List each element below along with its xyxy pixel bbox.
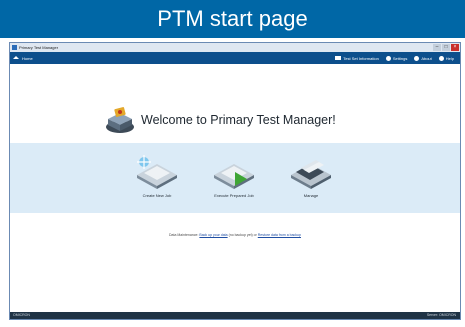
gear-icon (385, 55, 391, 61)
nav-item-label: About (421, 55, 432, 61)
nav-about[interactable]: About (414, 55, 432, 61)
create-new-job-button[interactable]: Create New Job (132, 155, 182, 198)
manage-icon (291, 160, 331, 189)
minimize-button[interactable]: – (433, 44, 441, 51)
data-maintenance-prefix: Data Maintenance: (169, 233, 200, 237)
status-right-text: Server: OMICRON (426, 313, 456, 317)
execute-job-icon (214, 164, 254, 189)
nav-item-label: Help (445, 55, 454, 61)
nav-home-button[interactable]: Home (13, 52, 33, 64)
test-set-icon (335, 56, 342, 60)
home-icon (13, 55, 19, 59)
ptm-logo-icon (106, 107, 134, 133)
execute-prepared-job-button[interactable]: Execute Prepared Job (209, 155, 259, 198)
nav-home-label: Home (22, 55, 33, 61)
action-label: Manage (303, 193, 319, 198)
nav-test-set-information[interactable]: Test Set Information (335, 56, 379, 61)
nav-item-label: Test Set Information (343, 55, 379, 61)
status-bar: OMICRON Server: OMICRON (10, 312, 460, 319)
nav-settings[interactable]: Settings (385, 55, 408, 61)
app-icon (12, 45, 17, 50)
close-button[interactable]: × (451, 44, 459, 51)
welcome-header: Welcome to Primary Test Manager! (105, 105, 336, 135)
action-label: Execute Prepared Job (214, 193, 254, 198)
backup-link[interactable]: Back up your data (199, 233, 227, 237)
action-label: Create New Job (142, 193, 172, 198)
slide-title: PTM start page (0, 0, 465, 38)
data-maintenance-line: Data Maintenance: Back up your data (no … (10, 233, 460, 237)
maximize-button[interactable]: □ (442, 44, 450, 51)
manage-button[interactable]: Manage (286, 155, 336, 198)
nav-item-label: Settings (392, 55, 408, 61)
help-icon (438, 55, 444, 61)
create-job-icon (137, 155, 177, 189)
window-titlebar: Primary Test Manager – □ × (10, 43, 460, 52)
app-window: Primary Test Manager – □ × Home Test Set… (9, 42, 461, 320)
window-controls: – □ × (432, 44, 459, 51)
window-title: Primary Test Manager (19, 45, 59, 50)
nav-right-menu: Test Set Information Settings About Help (328, 52, 454, 64)
data-maintenance-middle: (no backup yet) or (227, 233, 258, 237)
status-left-text: OMICRON (13, 313, 30, 317)
restore-link[interactable]: Restore data from a backup (258, 233, 301, 237)
navigation-bar: Home Test Set Information Settings About… (10, 52, 460, 64)
nav-help[interactable]: Help (438, 55, 454, 61)
info-icon (414, 55, 420, 61)
welcome-title: Welcome to Primary Test Manager! (141, 113, 336, 127)
